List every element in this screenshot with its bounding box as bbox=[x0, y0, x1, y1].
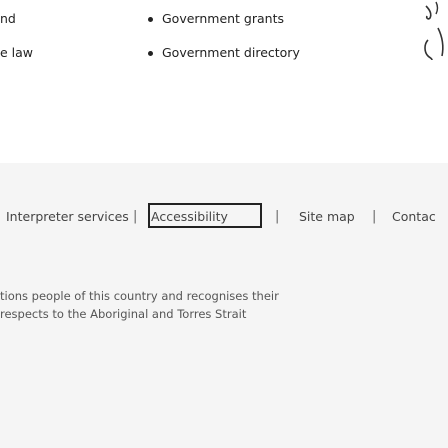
footer-separator: | bbox=[275, 209, 280, 224]
acknowledgement-line-1: tions people of this country and recogni… bbox=[0, 289, 279, 303]
header-links-area: nd Government grants e law Government di… bbox=[0, 0, 448, 163]
acknowledgement-text: tions people of this country and recogni… bbox=[0, 287, 279, 323]
emblem-icon bbox=[424, 1, 444, 61]
footer-link-accessibility[interactable]: Accessibility bbox=[151, 209, 228, 225]
nav-link-government-grants[interactable]: Government grants bbox=[162, 12, 284, 26]
nav-link-government-directory[interactable]: Government directory bbox=[162, 46, 300, 60]
bullet-icon bbox=[148, 51, 153, 56]
footer-link-contact[interactable]: Contac bbox=[392, 209, 436, 225]
footer-separator: | bbox=[133, 209, 138, 224]
footer-link-interpreter-services[interactable]: Interpreter services bbox=[6, 209, 129, 225]
nav-link-left-1[interactable]: nd bbox=[0, 12, 16, 26]
acknowledgement-line-2: respects to the Aboriginal and Torres St… bbox=[0, 307, 247, 321]
footer-separator: | bbox=[372, 209, 377, 224]
bullet-icon bbox=[148, 17, 153, 22]
nav-link-left-2[interactable]: e law bbox=[0, 46, 33, 60]
footer-link-site-map[interactable]: Site map bbox=[299, 209, 355, 225]
